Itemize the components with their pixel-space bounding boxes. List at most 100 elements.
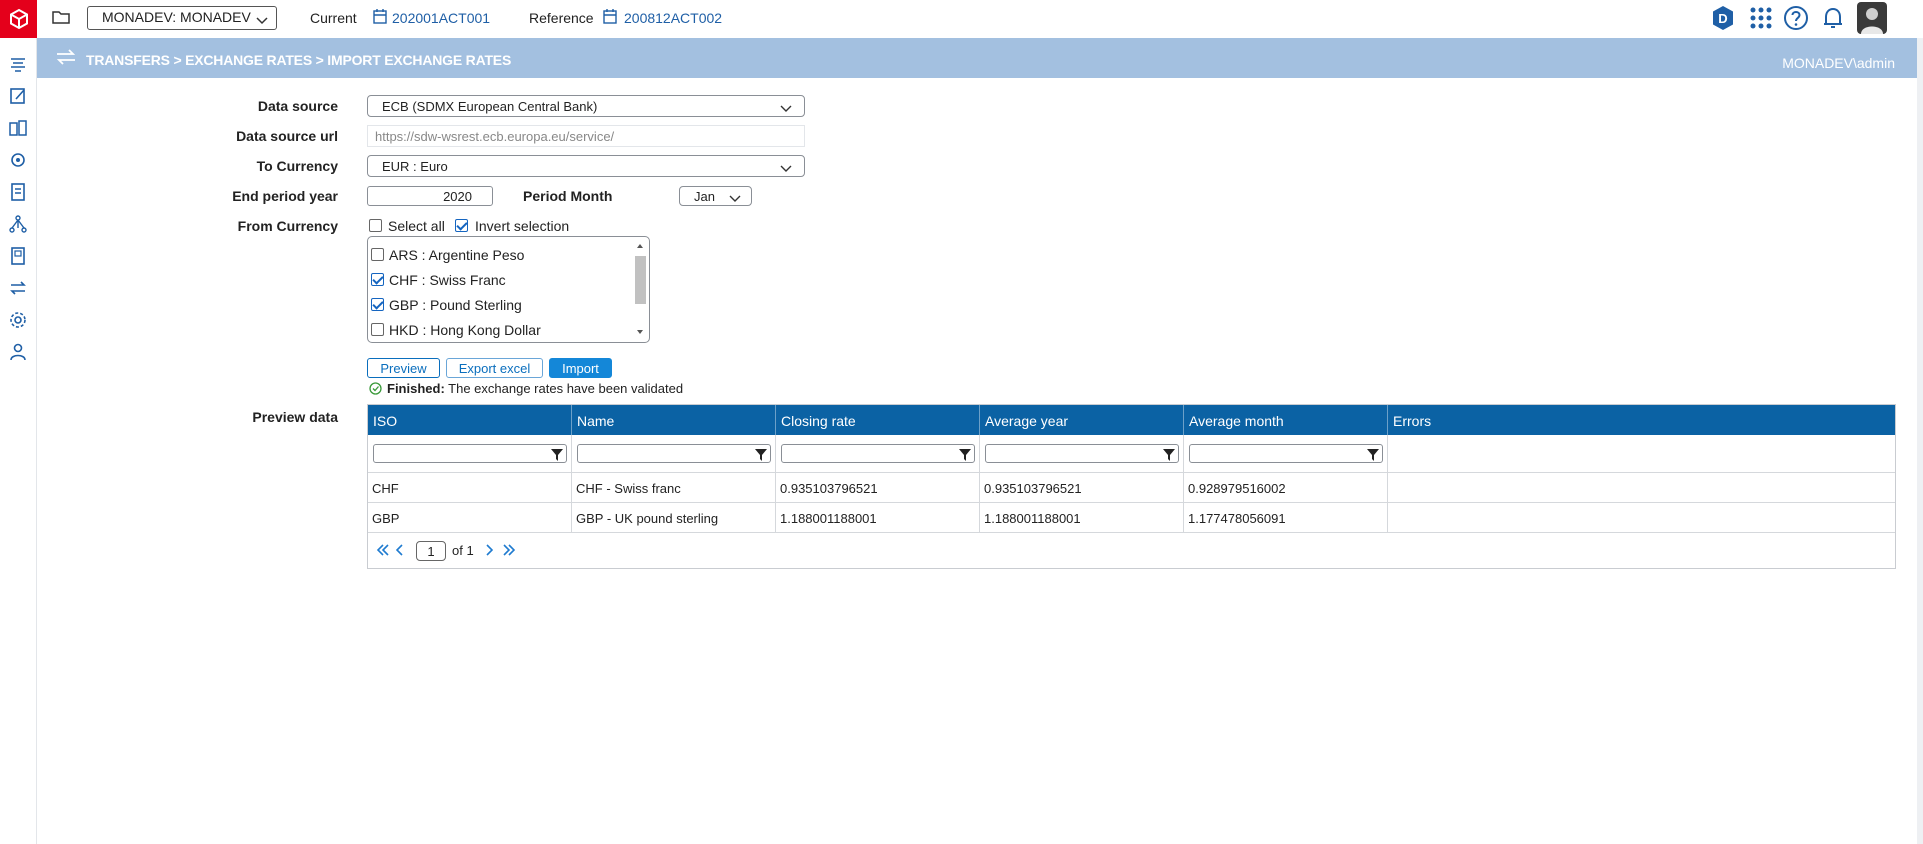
profile-badge-icon[interactable]: D [1710,5,1736,31]
user-settings-icon[interactable] [6,340,30,364]
filter-input-average-year[interactable] [985,444,1179,463]
filter-row [368,435,1895,473]
column-header-iso[interactable]: ISO [368,405,572,435]
user-name: MONADEV\admin [1782,55,1895,71]
currency-label: ARS : Argentine Peso [389,247,525,263]
filter-cell [572,435,776,473]
right-edge [1917,38,1923,844]
table-row[interactable]: CHF CHF - Swiss franc 0.935103796521 0.9… [368,473,1895,503]
calendar-icon[interactable] [603,9,619,25]
buildings-icon[interactable] [6,116,30,140]
data-source-url-field[interactable]: https://sdw-wsrest.ecb.europa.eu/service… [367,125,805,147]
stack-icon[interactable] [6,52,30,76]
status-message: Finished: The exchange rates have been v… [369,381,683,398]
currency-checkbox[interactable] [371,248,384,261]
cell-errors [1388,503,1895,533]
filter-icon[interactable] [1163,448,1175,464]
filter-input-closing-rate[interactable] [781,444,975,463]
select-all-label: Select all [388,218,445,234]
to-currency-value: EUR : Euro [382,159,448,174]
currency-checkbox[interactable] [371,323,384,336]
avatar[interactable] [1857,2,1887,34]
invert-selection-checkbox[interactable] [455,219,468,232]
preview-button[interactable]: Preview [367,358,440,378]
cell-iso: CHF [368,473,572,503]
period-month-select[interactable]: Jan [679,186,752,206]
import-button[interactable]: Import [549,358,612,378]
filter-input-iso[interactable] [373,444,567,463]
export-excel-button[interactable]: Export excel [446,358,543,378]
cell-closing-rate: 0.935103796521 [776,473,980,503]
transfer-icon[interactable] [6,276,30,300]
scrollbar-thumb[interactable] [635,256,646,304]
current-scenario-link[interactable]: 202001ACT001 [392,10,490,26]
previous-page-icon[interactable] [395,543,404,561]
grid-header: ISO Name Closing rate Average year Avera… [368,405,1895,435]
currency-label: CHF : Swiss Franc [389,272,506,288]
cell-errors [1388,473,1895,503]
help-icon[interactable] [1783,5,1809,31]
first-page-icon[interactable] [376,543,390,561]
hierarchy-icon[interactable] [6,212,30,236]
filter-icon[interactable] [551,448,563,464]
current-label: Current [310,10,357,26]
filter-cell [980,435,1184,473]
end-period-year-field[interactable]: 2020 [367,186,493,206]
list-scrollbar[interactable] [634,241,646,337]
filter-input-average-month[interactable] [1189,444,1383,463]
column-header-average-month[interactable]: Average month [1184,405,1388,435]
column-header-errors[interactable]: Errors [1388,405,1895,435]
pager: 1 of 1 [368,533,1895,569]
settings-icon[interactable] [6,308,30,332]
data-source-select[interactable]: ECB (SDMX European Central Bank) [367,95,805,117]
column-header-closing-rate[interactable]: Closing rate [776,405,980,435]
page-number-input[interactable]: 1 [416,541,446,561]
gear-network-icon[interactable] [6,148,30,172]
badge-letter: D [1718,11,1727,26]
environment-select[interactable]: MONADEV: MONADEV [87,6,277,30]
cell-name: CHF - Swiss franc [572,473,776,503]
filter-icon[interactable] [959,448,971,464]
filter-icon[interactable] [755,448,767,464]
bell-icon[interactable] [1820,5,1846,31]
table-row[interactable]: GBP GBP - UK pound sterling 1.1880011880… [368,503,1895,533]
currency-checkbox[interactable] [371,298,384,311]
edit-icon[interactable] [6,84,30,108]
reference-scenario-link[interactable]: 200812ACT002 [624,10,722,26]
filter-input-name[interactable] [577,444,771,463]
apps-grid-icon[interactable] [1748,5,1774,31]
folder-icon[interactable] [52,9,72,27]
page-header: TRANSFERS > EXCHANGE RATES > IMPORT EXCH… [37,38,1923,78]
list-item[interactable]: CHF : Swiss Franc [368,267,628,291]
period-month-label: Period Month [523,188,613,204]
next-page-icon[interactable] [485,543,494,561]
from-currency-list[interactable]: ARS : Argentine Peso CHF : Swiss Franc G… [367,236,650,343]
currency-checkbox[interactable] [371,273,384,286]
breadcrumb: TRANSFERS > EXCHANGE RATES > IMPORT EXCH… [86,52,512,68]
end-period-year-label: End period year [232,188,338,204]
cell-name: GBP - UK pound sterling [572,503,776,533]
book-icon[interactable] [6,244,30,268]
data-source-url-label: Data source url [236,128,338,144]
filter-icon[interactable] [1367,448,1379,464]
column-header-name[interactable]: Name [572,405,776,435]
period-month-value: Jan [694,189,715,204]
logo[interactable] [0,0,37,38]
column-header-average-year[interactable]: Average year [980,405,1184,435]
page-count: of 1 [452,543,474,558]
list-item[interactable]: HKD : Hong Kong Dollar [368,317,628,341]
to-currency-select[interactable]: EUR : Euro [367,155,805,177]
cell-average-month: 0.928979516002 [1184,473,1388,503]
check-circle-icon [369,382,382,398]
document-icon[interactable] [6,180,30,204]
list-item[interactable]: ARS : Argentine Peso [368,242,628,266]
cell-iso: GBP [368,503,572,533]
status-text: The exchange rates have been validated [448,381,684,396]
calendar-icon[interactable] [373,9,389,25]
cell-average-month: 1.177478056091 [1184,503,1388,533]
currency-label: GBP : Pound Sterling [389,297,522,313]
last-page-icon[interactable] [502,543,516,561]
chevron-down-icon [729,191,741,206]
list-item[interactable]: GBP : Pound Sterling [368,292,628,316]
select-all-checkbox[interactable] [369,219,382,232]
